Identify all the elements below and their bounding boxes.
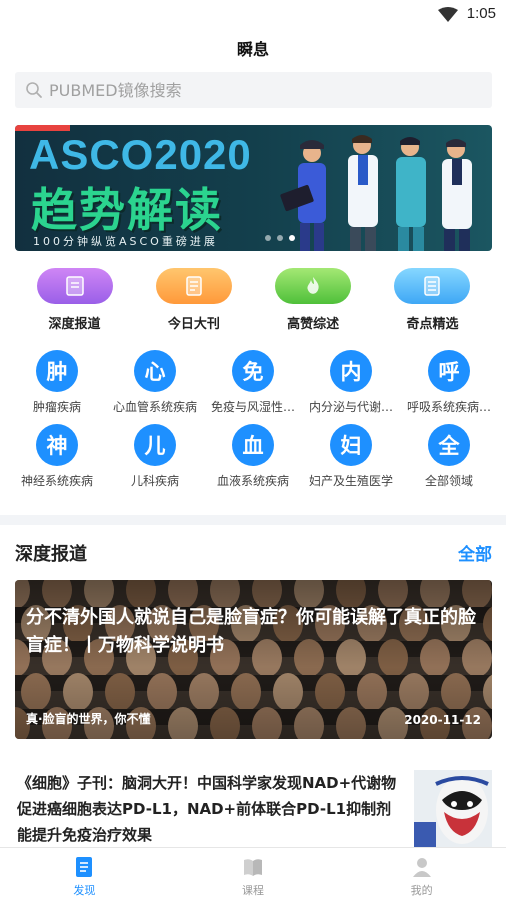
category-icon: 儿 <box>134 424 176 466</box>
featured-article-card[interactable]: 分不清外国人就说自己是脸盲症？你可能误解了真正的脸盲症！丨万物科学说明书 真·脸… <box>15 580 492 739</box>
banner-subheadline: 趋势解读 <box>31 183 223 237</box>
category-icon: 心 <box>134 350 176 392</box>
tab-label: 课程 <box>242 884 264 897</box>
search-bar[interactable] <box>15 72 492 108</box>
section-header: 深度报道 全部 <box>15 540 492 566</box>
status-bar: 1:05 <box>0 0 506 30</box>
view-all-link[interactable]: 全部 <box>458 540 492 565</box>
discover-icon <box>76 857 93 877</box>
category-pediatrics[interactable]: 儿 儿科疾病 <box>107 424 203 498</box>
quick-links: 深度报道 今日大刊 高赞综述 奇点精选 <box>15 268 492 332</box>
search-icon <box>26 82 42 98</box>
tab-courses[interactable]: 课程 <box>169 848 338 900</box>
category-label: 呼吸系统疾病… <box>406 400 491 414</box>
list-icon <box>394 268 471 304</box>
banner-pagination <box>265 235 295 241</box>
category-label: 全部领域 <box>424 474 473 488</box>
category-icon: 内 <box>330 350 372 392</box>
search-input[interactable] <box>49 80 449 100</box>
wifi-icon <box>438 7 458 22</box>
category-cardiovascular[interactable]: 心 心血管系统疾病 <box>107 350 203 424</box>
category-obstetrics[interactable]: 妇 妇产及生殖医学 <box>303 424 399 498</box>
journal-icon <box>155 268 232 304</box>
promo-banner[interactable]: ASCO2020 趋势解读 100分钟纵览ASCO重磅进展 <box>15 125 492 251</box>
category-label: 儿科疾病 <box>130 474 179 488</box>
page-title: 瞬息 <box>236 40 269 59</box>
quick-link-label: 深度报道 <box>48 317 101 332</box>
flame-icon <box>275 268 352 304</box>
quick-link-top-reviews[interactable]: 高赞综述 <box>254 268 373 332</box>
article-list-item[interactable]: 《细胞》子刊：脑洞大开！中国科学家发现NAD+代谢物促进癌细胞表达PD-L1，N… <box>15 770 492 848</box>
category-label: 免疫与风湿性… <box>210 400 295 414</box>
report-icon <box>36 268 113 304</box>
category-icon: 呼 <box>428 350 470 392</box>
book-icon <box>244 859 262 876</box>
tab-discover[interactable]: 发现 <box>0 848 169 900</box>
category-label: 血液系统疾病 <box>216 474 289 488</box>
category-grid: 肿 肿瘤疾病 心 心血管系统疾病 免 免疫与风湿性… 内 内分泌与代谢… 呼 呼… <box>0 350 506 498</box>
category-oncology[interactable]: 肿 肿瘤疾病 <box>9 350 105 424</box>
section-title: 深度报道 <box>15 544 87 565</box>
category-icon: 血 <box>232 424 274 466</box>
section-divider <box>0 515 506 525</box>
tab-profile[interactable]: 我的 <box>337 848 506 900</box>
quick-link-selection[interactable]: 奇点精选 <box>373 268 492 332</box>
bottom-tab-bar: 发现 课程 我的 <box>0 847 506 900</box>
status-time: 1:05 <box>466 5 496 22</box>
profile-icon <box>412 858 431 877</box>
category-all[interactable]: 全 全部领域 <box>401 424 497 498</box>
category-icon: 全 <box>428 424 470 466</box>
category-label: 神经系统疾病 <box>20 474 93 488</box>
banner-caption: 100分钟纵览ASCO重磅进展 <box>33 235 218 248</box>
quick-link-label: 今日大刊 <box>167 317 220 332</box>
category-label: 妇产及生殖医学 <box>308 474 393 488</box>
category-endocrine[interactable]: 内 内分泌与代谢… <box>303 350 399 424</box>
quick-link-daily-journal[interactable]: 今日大刊 <box>134 268 253 332</box>
doctors-illustration <box>280 135 472 251</box>
category-respiratory[interactable]: 呼 呼吸系统疾病… <box>401 350 497 424</box>
category-label: 肿瘤疾病 <box>32 400 81 414</box>
category-hematology[interactable]: 血 血液系统疾病 <box>205 424 301 498</box>
quick-link-deep-report[interactable]: 深度报道 <box>15 268 134 332</box>
category-icon: 肿 <box>36 350 78 392</box>
tab-label: 我的 <box>410 884 433 897</box>
banner-dot-active[interactable] <box>289 235 295 241</box>
quick-link-label: 奇点精选 <box>406 317 459 332</box>
banner-dot[interactable] <box>277 235 283 241</box>
category-icon: 妇 <box>330 424 372 466</box>
article-thumbnail <box>414 770 492 848</box>
category-immunology[interactable]: 免 免疫与风湿性… <box>205 350 301 424</box>
featured-article-title: 分不清外国人就说自己是脸盲症？你可能误解了真正的脸盲症！丨万物科学说明书 <box>26 607 476 656</box>
category-icon: 神 <box>36 424 78 466</box>
banner-headline: ASCO2020 <box>29 131 252 178</box>
category-icon: 免 <box>232 350 274 392</box>
featured-article-date: 2020-11-12 <box>404 713 481 727</box>
category-neurology[interactable]: 神 神经系统疾病 <box>9 424 105 498</box>
featured-article-source: 真·脸盲的世界，你不懂 <box>26 712 151 726</box>
category-row: 肿 肿瘤疾病 心 心血管系统疾病 免 免疫与风湿性… 内 内分泌与代谢… 呼 呼… <box>0 350 506 424</box>
category-label: 内分泌与代谢… <box>308 400 393 414</box>
banner-dot[interactable] <box>265 235 271 241</box>
category-row: 神 神经系统疾病 儿 儿科疾病 血 血液系统疾病 妇 妇产及生殖医学 全 全部领… <box>0 424 506 498</box>
article-title: 《细胞》子刊：脑洞大开！中国科学家发现NAD+代谢物促进癌细胞表达PD-L1，N… <box>17 774 397 844</box>
quick-link-label: 高赞综述 <box>287 317 340 332</box>
category-label: 心血管系统疾病 <box>112 400 197 414</box>
tab-label: 发现 <box>73 884 96 897</box>
